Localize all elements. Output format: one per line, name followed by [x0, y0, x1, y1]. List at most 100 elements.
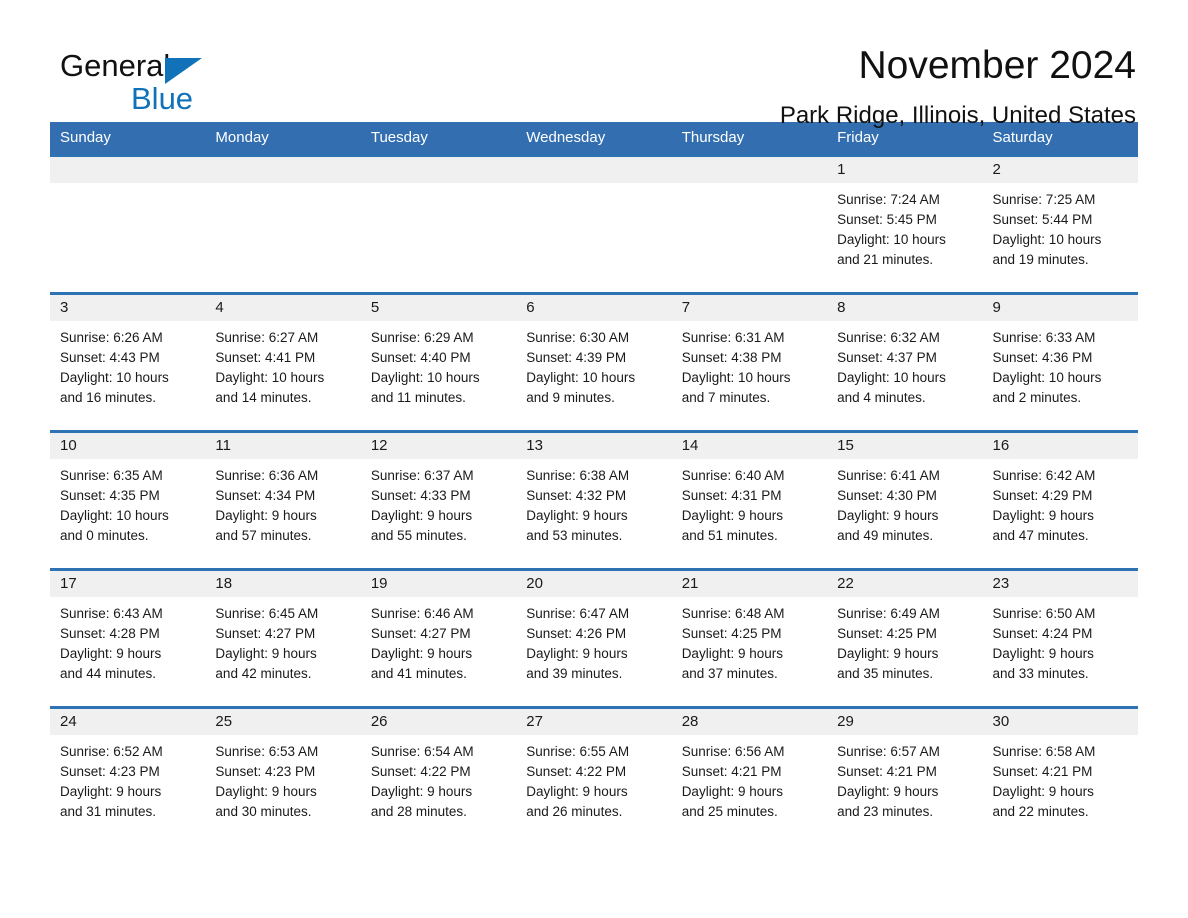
day-detail-line: and 51 minutes. — [681, 528, 778, 543]
day-detail-line: Sunrise: 6:41 AM — [837, 468, 940, 483]
day-detail-line: and 21 minutes. — [837, 252, 934, 267]
calendar-day-cell[interactable]: 22 Sunrise: 6:49 AM Sunset: 4:25 PM Dayligh… — [827, 568, 983, 708]
day-details: Sunrise: 6:42 AM Sunset: 4:29 PM Daylight:… — [983, 459, 1138, 546]
day-number: 6 — [516, 295, 672, 321]
day-number: 18 — [205, 571, 361, 597]
calendar-day-cell[interactable]: 1 Sunrise: 7:24 AM Sunset: 5:45 PM Daylight… — [827, 154, 983, 294]
calendar-day-cell[interactable]: 27 Sunrise: 6:55 AM Sunset: 4:22 PM Dayligh… — [516, 706, 672, 844]
calendar-day-cell[interactable]: 24 Sunrise: 6:52 AM Sunset: 4:23 PM Dayligh… — [50, 706, 206, 844]
calendar-day-cell[interactable]: 6 Sunrise: 6:30 AM Sunset: 4:39 PM Daylight… — [516, 292, 672, 432]
calendar-week-row: 1 Sunrise: 7:24 AM Sunset: 5:45 PM Daylight… — [50, 154, 1138, 294]
day-detail-line: Daylight: 10 hours — [60, 370, 169, 385]
day-detail-line: and 2 minutes. — [992, 390, 1082, 405]
day-number: 7 — [671, 295, 828, 321]
day-detail-line: and 31 minutes. — [60, 804, 157, 819]
day-detail-line: and 39 minutes. — [526, 666, 623, 681]
calendar-day-cell[interactable]: 10 Sunrise: 6:35 AM Sunset: 4:35 PM Dayligh… — [50, 430, 206, 570]
calendar-day-cell[interactable]: 7 Sunrise: 6:31 AM Sunset: 4:38 PM Daylight… — [671, 292, 828, 432]
day-detail-line: and 42 minutes. — [215, 666, 312, 681]
sunrise-sunset-calendar: Sunday Monday Tuesday Wednesday Thursday… — [50, 122, 1138, 844]
day-number: 17 — [50, 571, 206, 597]
day-number: 24 — [50, 709, 206, 735]
day-detail-line: Sunset: 4:40 PM — [370, 350, 471, 365]
day-number: 14 — [671, 433, 828, 459]
day-details: Sunrise: 6:54 AM Sunset: 4:22 PM Daylight:… — [361, 735, 516, 822]
day-number: 28 — [671, 709, 828, 735]
calendar-day-cell[interactable]: 28 Sunrise: 6:56 AM Sunset: 4:21 PM Dayligh… — [671, 706, 828, 844]
day-detail-line: Sunset: 4:23 PM — [215, 764, 316, 779]
day-number: 30 — [982, 709, 1138, 735]
day-detail-line: and 47 minutes. — [992, 528, 1089, 543]
day-detail-line: Sunrise: 6:52 AM — [60, 744, 163, 759]
calendar-day-cell[interactable]: 19 Sunrise: 6:46 AM Sunset: 4:27 PM Dayligh… — [360, 568, 517, 708]
day-detail-line: Daylight: 9 hours — [526, 508, 628, 523]
day-detail-line: Sunset: 4:37 PM — [837, 350, 937, 365]
day-detail-line: and 41 minutes. — [370, 666, 467, 681]
calendar-day-cell[interactable]: 21 Sunrise: 6:48 AM Sunset: 4:25 PM Dayligh… — [671, 568, 828, 708]
day-detail-line: Sunset: 4:29 PM — [992, 488, 1093, 503]
calendar-empty-cell — [50, 154, 206, 294]
calendar-day-cell[interactable]: 3 Sunrise: 6:26 AM Sunset: 4:43 PM Daylight… — [50, 292, 206, 432]
day-number — [671, 157, 828, 183]
day-number — [50, 157, 206, 183]
calendar-day-cell[interactable]: 13 Sunrise: 6:38 AM Sunset: 4:32 PM Dayligh… — [516, 430, 672, 570]
logo-text-general: General — [60, 48, 171, 83]
day-detail-line: Sunset: 4:31 PM — [681, 488, 782, 503]
day-number: 29 — [827, 709, 983, 735]
calendar-day-cell[interactable]: 2 Sunrise: 7:25 AM Sunset: 5:44 PM Daylight… — [982, 154, 1138, 294]
day-detail-line: Sunrise: 6:40 AM — [681, 468, 785, 483]
day-number: 21 — [671, 571, 828, 597]
calendar-day-cell[interactable]: 15 Sunrise: 6:41 AM Sunset: 4:30 PM Dayligh… — [827, 430, 983, 570]
calendar-day-cell[interactable]: 26 Sunrise: 6:54 AM Sunset: 4:22 PM Dayligh… — [360, 706, 517, 844]
calendar-day-cell[interactable]: 12 Sunrise: 6:37 AM Sunset: 4:33 PM Dayligh… — [360, 430, 517, 570]
day-detail-line: and 7 minutes. — [681, 390, 771, 405]
calendar-day-cell[interactable]: 29 Sunrise: 6:57 AM Sunset: 4:21 PM Dayligh… — [827, 706, 983, 844]
day-details: Sunrise: 6:33 AM Sunset: 4:36 PM Daylight:… — [983, 321, 1138, 408]
day-detail-line: and 28 minutes. — [370, 804, 467, 819]
calendar-day-cell[interactable]: 11 Sunrise: 6:36 AM Sunset: 4:34 PM Dayligh… — [205, 430, 361, 570]
day-detail-line: Daylight: 9 hours — [215, 508, 317, 523]
day-detail-line: and 14 minutes. — [215, 390, 312, 405]
day-detail-line: and 35 minutes. — [837, 666, 934, 681]
day-detail-line: Sunrise: 6:57 AM — [837, 744, 940, 759]
day-detail-line: Daylight: 10 hours — [215, 370, 325, 385]
day-detail-line: Daylight: 9 hours — [837, 646, 939, 661]
calendar-day-cell[interactable]: 17 Sunrise: 6:43 AM Sunset: 4:28 PM Dayligh… — [50, 568, 206, 708]
calendar-day-cell[interactable]: 30 Sunrise: 6:58 AM Sunset: 4:21 PM Dayligh… — [982, 706, 1138, 844]
general-blue-logo[interactable]: General Blue — [60, 48, 320, 118]
calendar-day-cell[interactable]: 8 Sunrise: 6:32 AM Sunset: 4:37 PM Daylight… — [827, 292, 983, 432]
calendar-day-cell[interactable]: 16 Sunrise: 6:42 AM Sunset: 4:29 PM Dayligh… — [982, 430, 1138, 570]
day-detail-line: and 37 minutes. — [681, 666, 778, 681]
calendar-day-cell[interactable]: 25 Sunrise: 6:53 AM Sunset: 4:23 PM Dayligh… — [205, 706, 361, 844]
day-detail-line: Sunset: 4:21 PM — [992, 764, 1093, 779]
day-details: Sunrise: 6:57 AM Sunset: 4:21 PM Daylight:… — [827, 735, 982, 822]
calendar-day-cell[interactable]: 14 Sunrise: 6:40 AM Sunset: 4:31 PM Dayligh… — [671, 430, 828, 570]
day-number: 4 — [205, 295, 361, 321]
day-details — [205, 183, 360, 270]
calendar-day-cell[interactable]: 23 Sunrise: 6:50 AM Sunset: 4:24 PM Dayligh… — [982, 568, 1138, 708]
day-number: 22 — [827, 571, 983, 597]
calendar-day-cell[interactable]: 9 Sunrise: 6:33 AM Sunset: 4:36 PM Daylight… — [982, 292, 1138, 432]
day-detail-line: Sunset: 4:25 PM — [681, 626, 782, 641]
day-detail-line: Sunset: 4:26 PM — [526, 626, 627, 641]
day-number: 20 — [516, 571, 672, 597]
day-detail-line: Sunrise: 7:25 AM — [992, 192, 1096, 207]
day-details: Sunrise: 6:46 AM Sunset: 4:27 PM Daylight:… — [361, 597, 516, 684]
triangle-icon — [165, 58, 203, 85]
day-number: 2 — [982, 157, 1138, 183]
day-detail-line: Sunset: 4:24 PM — [992, 626, 1093, 641]
day-detail-line: Daylight: 9 hours — [681, 646, 783, 661]
calendar-day-cell[interactable]: 20 Sunrise: 6:47 AM Sunset: 4:26 PM Dayligh… — [516, 568, 672, 708]
day-number: 27 — [516, 709, 672, 735]
calendar-day-cell[interactable]: 18 Sunrise: 6:45 AM Sunset: 4:27 PM Dayligh… — [205, 568, 361, 708]
day-detail-line: Sunset: 4:38 PM — [681, 350, 782, 365]
day-number: 5 — [360, 295, 517, 321]
day-detail-line: Daylight: 9 hours — [681, 508, 783, 523]
day-number — [516, 157, 672, 183]
day-detail-line: and 33 minutes. — [992, 666, 1089, 681]
calendar-day-cell[interactable]: 4 Sunrise: 6:27 AM Sunset: 4:41 PM Daylight… — [205, 292, 361, 432]
calendar-day-cell[interactable]: 5 Sunrise: 6:29 AM Sunset: 4:40 PM Daylight… — [360, 292, 517, 432]
day-details — [50, 183, 205, 270]
day-details: Sunrise: 6:30 AM Sunset: 4:39 PM Daylight:… — [516, 321, 671, 408]
day-number — [205, 157, 361, 183]
